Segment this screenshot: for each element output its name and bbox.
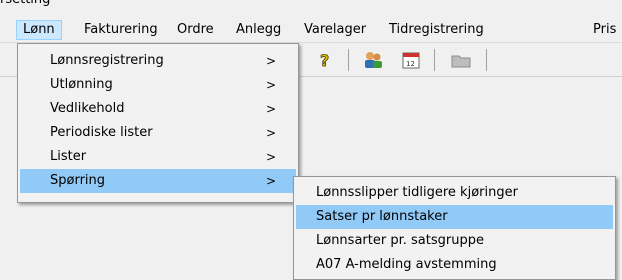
menu-item-lonnsslipper[interactable]: Lønnsslipper tidligere kjøringer bbox=[296, 181, 613, 205]
window-title-fragment: rsetting bbox=[0, 0, 60, 14]
submenu-arrow-icon: > bbox=[265, 78, 276, 92]
menu-anlegg[interactable]: Anlegg bbox=[230, 20, 287, 40]
window-title: rsetting bbox=[0, 0, 50, 7]
menu-item-label: Vedlikehold bbox=[50, 101, 125, 116]
menu-tidregistrering[interactable]: Tidregistrering bbox=[383, 20, 490, 40]
lonn-dropdown-menu: Lønnsregistrering > Utlønning > Vedlikeh… bbox=[17, 43, 299, 203]
menu-pris[interactable]: Pris bbox=[587, 20, 622, 40]
toolbar-separator bbox=[434, 49, 435, 71]
svg-text:?: ? bbox=[320, 51, 329, 70]
users-icon[interactable] bbox=[362, 49, 384, 71]
menu-item-satser-pr-lonnstaker[interactable]: Satser pr lønnstaker bbox=[296, 205, 613, 229]
menu-lonn[interactable]: Lønn bbox=[16, 20, 62, 40]
menu-item-label: Lønnsslipper tidligere kjøringer bbox=[316, 185, 518, 200]
submenu-arrow-icon: > bbox=[265, 150, 276, 164]
menu-item-label: Utlønning bbox=[50, 77, 113, 92]
menu-item-label: Periodiske lister bbox=[50, 125, 153, 140]
menubar: Lønn Fakturering Ordre Anlegg Varelager … bbox=[0, 18, 622, 43]
menu-item-label: Lønnsregistrering bbox=[50, 53, 164, 68]
toolbar-separator bbox=[486, 49, 487, 71]
menu-item-label: Lønnsarter pr. satsgruppe bbox=[316, 233, 484, 248]
toolbar-separator bbox=[348, 49, 349, 71]
menu-varelager[interactable]: Varelager bbox=[298, 20, 372, 40]
submenu-arrow-icon: > bbox=[265, 102, 276, 116]
menu-item-lonnsarter[interactable]: Lønnsarter pr. satsgruppe bbox=[296, 229, 613, 253]
menu-item-label: A07 A-melding avstemming bbox=[316, 257, 497, 272]
submenu-arrow-icon: > bbox=[265, 126, 276, 140]
menu-item-lister[interactable]: Lister > bbox=[20, 145, 296, 169]
help-icon[interactable]: ? bbox=[314, 49, 336, 71]
menu-fakturering[interactable]: Fakturering bbox=[78, 20, 164, 40]
menu-item-utlonning[interactable]: Utlønning > bbox=[20, 73, 296, 97]
submenu-arrow-icon: > bbox=[265, 54, 276, 68]
menu-ordre[interactable]: Ordre bbox=[171, 20, 220, 40]
menu-item-periodiske-lister[interactable]: Periodiske lister > bbox=[20, 121, 296, 145]
menu-item-a07-avstemming[interactable]: A07 A-melding avstemming bbox=[296, 253, 613, 277]
folder-icon[interactable] bbox=[450, 49, 472, 71]
menu-item-sporring[interactable]: Spørring > bbox=[20, 169, 296, 193]
menu-item-lonnsregistrering[interactable]: Lønnsregistrering > bbox=[20, 49, 296, 73]
menu-item-label: Spørring bbox=[50, 173, 106, 188]
menu-item-label: Lister bbox=[50, 149, 87, 164]
svg-text:12: 12 bbox=[406, 60, 415, 68]
sporring-submenu: Lønnsslipper tidligere kjøringer Satser … bbox=[293, 176, 616, 280]
menu-item-label: Satser pr lønnstaker bbox=[316, 209, 448, 224]
submenu-arrow-icon: > bbox=[265, 174, 276, 188]
calendar-icon[interactable]: 12 bbox=[400, 49, 422, 71]
menu-item-vedlikehold[interactable]: Vedlikehold > bbox=[20, 97, 296, 121]
